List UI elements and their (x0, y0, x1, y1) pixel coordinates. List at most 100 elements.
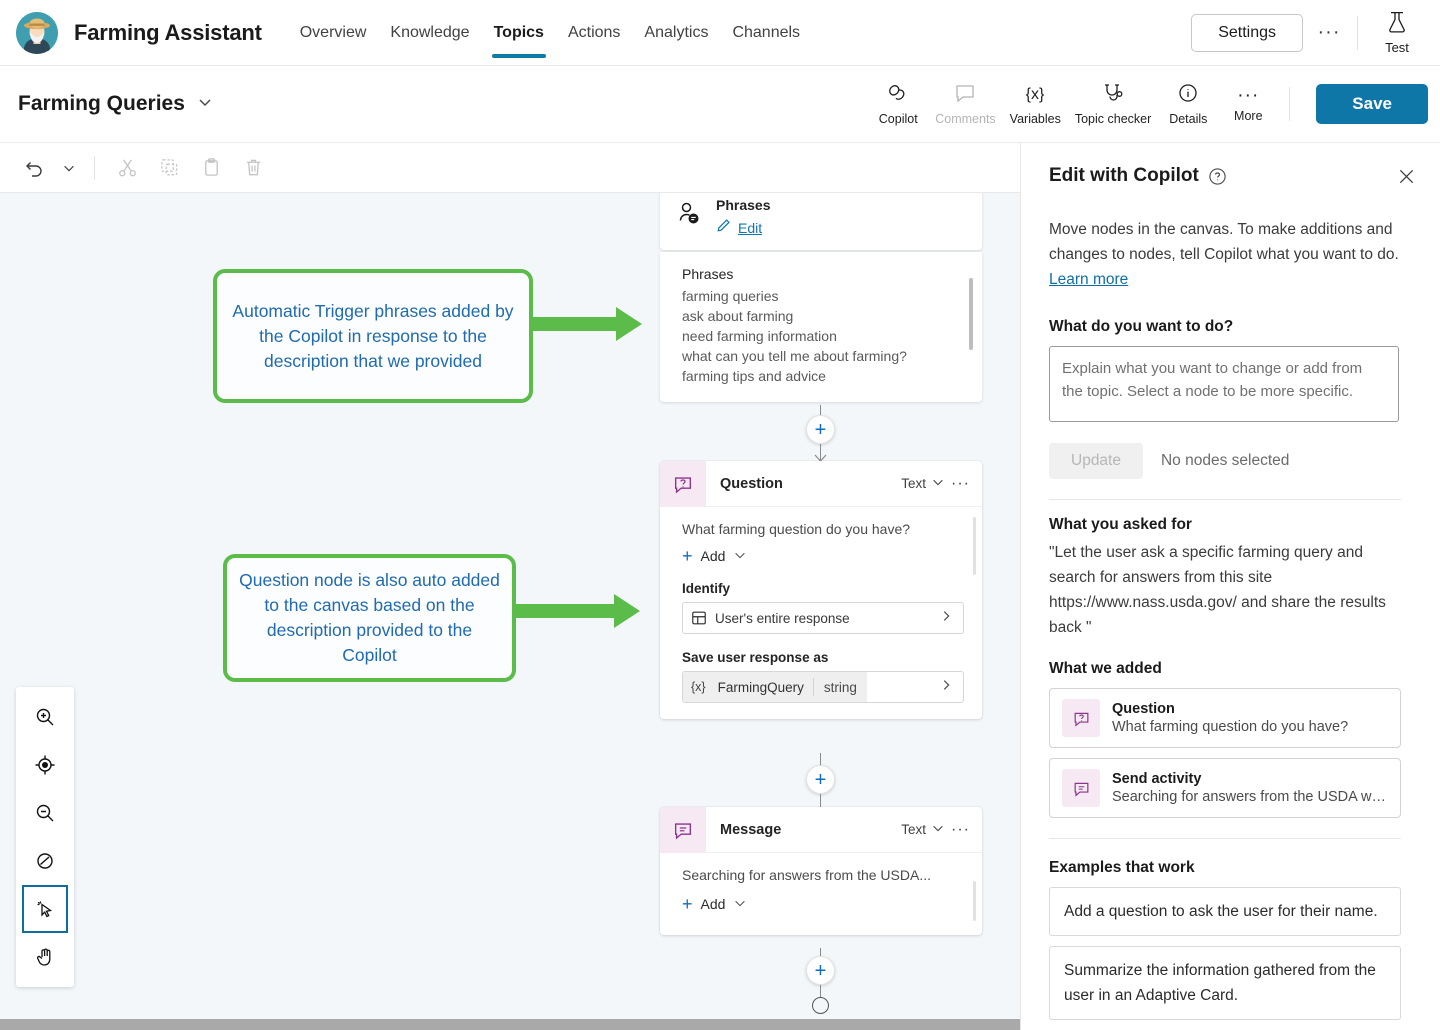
added-node-subtitle: Searching for answers from the USDA we..… (1112, 789, 1387, 805)
nav-tab-overview[interactable]: Overview (288, 0, 379, 66)
phrase-item: farming tips and advice (682, 366, 964, 386)
message-node-type-dropdown[interactable]: Text (901, 821, 945, 838)
delete-trash-icon (233, 148, 273, 188)
zoom-in-icon[interactable] (22, 693, 68, 741)
nav-tab-label: Overview (300, 24, 367, 42)
primary-nav: Overview Knowledge Topics Actions Analyt… (288, 0, 812, 66)
example-card[interactable]: Summarize the information gathered from … (1049, 946, 1401, 1020)
phrase-item: farming queries (682, 286, 964, 306)
header-divider (1357, 16, 1358, 50)
trigger-node-text: Phrases Edit (716, 197, 770, 238)
variable-prefix: {x} (683, 680, 714, 694)
variables-tool-button[interactable]: {x} Variables (1004, 78, 1067, 130)
add-node-button[interactable]: + (806, 765, 835, 794)
phrase-item: need farming information (682, 326, 964, 346)
connector-line (820, 794, 821, 808)
message-node[interactable]: Message Text ··· Searching for answers f (660, 807, 982, 935)
question-node-type-dropdown[interactable]: Text (901, 475, 945, 492)
nav-tab-label: Analytics (644, 24, 708, 42)
nav-tab-label: Topics (494, 24, 544, 42)
add-node-button[interactable]: + (806, 956, 835, 985)
trigger-phrases-list[interactable]: Phrases farming queries ask about farmin… (660, 252, 982, 402)
examples-heading: Examples that work (1049, 859, 1416, 877)
update-button[interactable]: Update (1049, 443, 1143, 479)
pointer-select-icon[interactable] (22, 885, 68, 933)
stethoscope-icon (1100, 82, 1126, 109)
message-node-title: Message (720, 822, 781, 838)
reset-zoom-icon[interactable] (22, 837, 68, 885)
question-circle-icon[interactable] (1208, 167, 1227, 186)
more-tool-button[interactable]: ··· More (1219, 82, 1277, 127)
added-node-card[interactable]: Question What farming question do you ha… (1049, 688, 1401, 748)
identify-field[interactable]: User's entire response (682, 602, 964, 634)
nav-tab-analytics[interactable]: Analytics (632, 0, 720, 66)
topic-title-dropdown[interactable]: Farming Queries (18, 92, 213, 116)
hand-pan-icon[interactable] (22, 933, 68, 981)
details-tool-button[interactable]: Details (1159, 78, 1217, 130)
asked-text: "Let the user ask a specific farming que… (1049, 540, 1405, 640)
edit-with-copilot-panel: Edit with Copilot Move nodes in the canv… (1020, 143, 1440, 1030)
question-node[interactable]: Question Text ··· What farming question (660, 461, 982, 719)
annotation-arrow-head-2 (614, 594, 640, 628)
message-node-scrollbar[interactable] (973, 881, 976, 921)
app-title: Farming Assistant (74, 20, 262, 46)
topic-checker-tool-button[interactable]: Topic checker (1069, 78, 1157, 130)
added-node-card[interactable]: Send activity Searching for answers from… (1049, 758, 1401, 818)
question-add-message-button[interactable]: + Add (682, 547, 964, 565)
nav-tab-channels[interactable]: Channels (720, 0, 812, 66)
question-node-more-icon[interactable]: ··· (951, 475, 970, 493)
chevron-down-icon (931, 475, 945, 492)
trigger-edit-row[interactable]: Edit (716, 218, 770, 238)
zoom-out-icon[interactable] (22, 789, 68, 837)
phrases-scrollbar[interactable] (969, 278, 973, 350)
response-variable-field[interactable]: {x} FarmingQuery string (682, 671, 964, 703)
header-overflow-icon[interactable]: ··· (1311, 15, 1347, 51)
chevron-down-icon (733, 896, 747, 913)
plus-icon: + (682, 547, 693, 565)
message-node-header: Message Text ··· (660, 807, 982, 853)
no-nodes-selected-text: No nodes selected (1161, 452, 1289, 470)
undo-dropdown-chevron-down-icon[interactable] (56, 148, 82, 188)
test-button[interactable]: Test (1368, 11, 1426, 55)
close-icon[interactable] (1397, 167, 1416, 186)
question-node-title: Question (720, 476, 783, 492)
topic-canvas[interactable]: Phrases Edit Phrases (0, 193, 1020, 1023)
asked-heading: What you asked for (1049, 516, 1416, 534)
nav-tab-label: Channels (732, 24, 800, 42)
toolbar-divider (94, 156, 95, 180)
plus-icon: + (815, 770, 827, 790)
fit-to-screen-icon[interactable] (22, 741, 68, 789)
add-node-button[interactable]: + (806, 415, 835, 444)
copilot-prompt-input[interactable] (1049, 346, 1399, 422)
undo-icon[interactable] (14, 148, 54, 188)
example-card[interactable]: Add a question to ask the user for their… (1049, 887, 1401, 936)
trigger-node-title: Phrases (716, 197, 770, 213)
topic-title-text: Farming Queries (18, 92, 185, 116)
top-header: Farming Assistant Overview Knowledge Top… (0, 0, 1440, 66)
panel-divider (1049, 838, 1401, 839)
nav-tab-knowledge[interactable]: Knowledge (378, 0, 481, 66)
settings-button[interactable]: Settings (1191, 14, 1303, 52)
annotation-callout-1: Automatic Trigger phrases added by the C… (213, 269, 533, 403)
copilot-tool-button[interactable]: Copilot (869, 78, 927, 130)
question-bubble-icon (660, 461, 706, 507)
topic-toolbar: Copilot Comments {x} Variables (869, 78, 1440, 130)
nav-tab-topics[interactable]: Topics (482, 0, 556, 66)
question-node-scrollbar[interactable] (973, 517, 976, 575)
message-add-button[interactable]: + Add (682, 895, 964, 913)
annotation-callout-2: Question node is also auto added to the … (223, 554, 516, 682)
question-bubble-icon (1062, 699, 1100, 737)
learn-more-link[interactable]: Learn more (1049, 271, 1128, 288)
trigger-node-header[interactable]: Phrases Edit (660, 193, 982, 250)
chevron-right-icon (939, 678, 963, 697)
added-node-text: Send activity Searching for answers from… (1112, 771, 1387, 805)
trigger-node[interactable]: Phrases Edit Phrases (660, 193, 982, 402)
nav-tab-actions[interactable]: Actions (556, 0, 632, 66)
nav-tab-label: Actions (568, 24, 620, 42)
message-node-more-icon[interactable]: ··· (951, 821, 970, 839)
tool-label: Details (1169, 112, 1207, 126)
trigger-edit-link[interactable]: Edit (738, 220, 762, 236)
added-node-title: Send activity (1112, 771, 1387, 787)
save-button[interactable]: Save (1316, 84, 1428, 124)
added-node-subtitle: What farming question do you have? (1112, 719, 1348, 735)
